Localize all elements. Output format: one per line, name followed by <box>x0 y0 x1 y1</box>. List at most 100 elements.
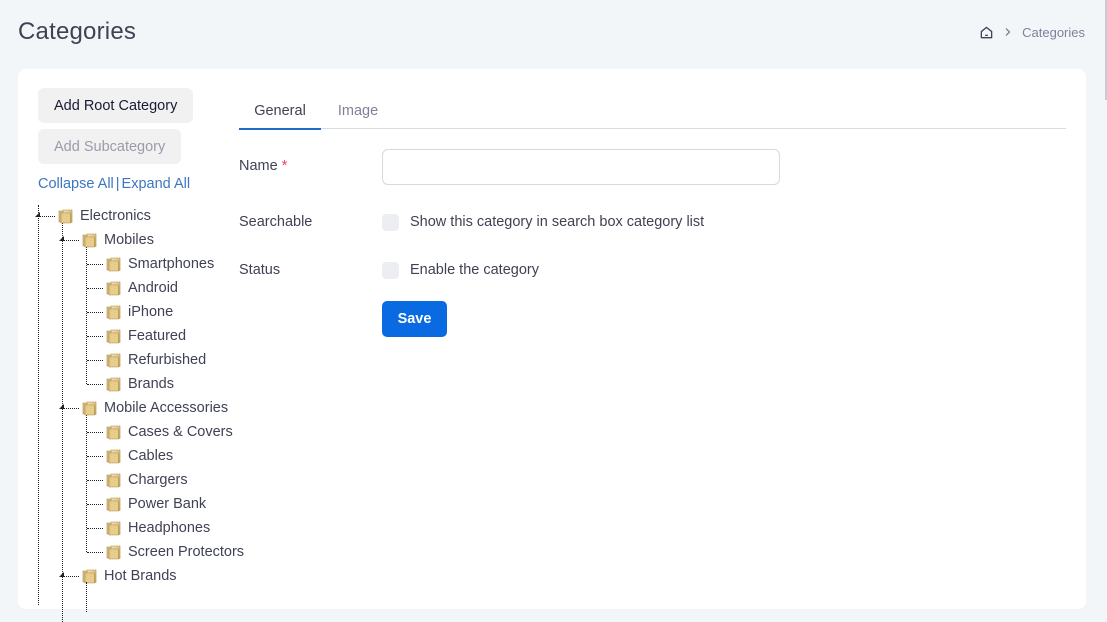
tree-guide-line <box>86 246 87 384</box>
tree-node-label: Smartphones <box>128 256 215 272</box>
folder-icon <box>106 424 122 440</box>
tree-controls: Collapse All | Expand All <box>38 176 190 192</box>
folder-icon <box>106 520 122 536</box>
add-root-category-button[interactable]: Add Root Category <box>38 88 194 123</box>
tree-connector <box>87 384 103 385</box>
folder-icon <box>106 544 122 560</box>
tree-node[interactable]: Android <box>106 277 178 299</box>
name-label: Name * <box>239 158 287 174</box>
tree-guide-line <box>86 414 87 552</box>
status-checkbox-label[interactable]: Enable the category <box>410 262 539 278</box>
tree-connector <box>63 576 79 577</box>
required-mark: * <box>281 158 288 174</box>
tree-node-label: Chargers <box>128 472 188 488</box>
page-header: Categories Categories <box>18 14 1085 50</box>
tree-node[interactable]: Power Bank <box>106 493 206 515</box>
tree-node[interactable]: iPhone <box>106 301 173 323</box>
folder-icon <box>106 280 122 296</box>
tree-node[interactable]: Featured <box>106 325 186 347</box>
tree-guide-line <box>62 222 63 622</box>
tree-node[interactable]: Smartphones <box>106 253 214 275</box>
folder-icon <box>106 472 122 488</box>
tree-node-label: Electronics <box>80 208 151 224</box>
folder-icon <box>106 304 122 320</box>
tree-node[interactable]: Chargers <box>106 469 188 491</box>
tree-node[interactable]: Headphones <box>106 517 210 539</box>
tree-connector <box>87 480 103 481</box>
breadcrumb-current: Categories <box>1022 24 1085 40</box>
collapse-all-link[interactable]: Collapse All <box>38 176 114 192</box>
expand-all-link[interactable]: Expand All <box>122 176 191 192</box>
collapse-arrow-icon[interactable] <box>59 236 64 241</box>
tree-connector <box>87 264 103 265</box>
tree-node-label: Android <box>128 280 178 296</box>
tree-guide-line <box>86 582 87 612</box>
tree-connector <box>63 240 79 241</box>
tree-node[interactable]: Cases & Covers <box>106 421 233 443</box>
tree-connector <box>63 408 79 409</box>
category-tree: Electronics Mobiles Smartphones Android iPho… <box>18 205 248 622</box>
tree-guide-line <box>38 205 39 605</box>
collapse-arrow-icon[interactable] <box>59 572 64 577</box>
searchable-label: Searchable <box>239 214 313 230</box>
folder-icon <box>106 448 122 464</box>
tab-image[interactable]: Image <box>327 93 389 129</box>
tree-node[interactable]: Screen Protectors <box>106 541 244 563</box>
save-button[interactable]: Save <box>382 301 447 337</box>
tree-node[interactable]: Mobiles <box>82 229 154 251</box>
folder-icon <box>106 496 122 512</box>
name-label-text: Name <box>239 158 278 174</box>
tree-connector <box>87 432 103 433</box>
folder-icon <box>58 208 74 224</box>
collapse-arrow-icon[interactable] <box>35 212 40 217</box>
tree-node-label: Power Bank <box>128 496 207 512</box>
searchable-checkbox[interactable] <box>382 214 399 231</box>
tree-node-label: iPhone <box>128 304 174 320</box>
categories-card: Add Root Category Add Subcategory Collap… <box>18 69 1086 622</box>
tree-node-label: Hot Brands <box>104 568 177 584</box>
folder-icon <box>106 376 122 392</box>
tree-node[interactable]: Cables <box>106 445 173 467</box>
folder-icon <box>106 256 122 272</box>
tree-node-label: Refurbished <box>128 352 207 368</box>
folder-icon <box>106 328 122 344</box>
tree-node-label: Featured <box>128 328 187 344</box>
tree-connector <box>87 552 103 553</box>
tree-connector <box>87 504 103 505</box>
add-subcategory-button[interactable]: Add Subcategory <box>38 129 182 164</box>
tree-node[interactable]: Brands <box>106 373 174 395</box>
tree-connector <box>87 360 103 361</box>
tree-connector <box>87 336 103 337</box>
page-title: Categories <box>18 18 137 45</box>
tree-connector <box>87 528 103 529</box>
tree-connector <box>87 456 103 457</box>
folder-icon <box>82 232 98 248</box>
name-input[interactable] <box>382 149 780 185</box>
tree-connector <box>39 216 55 217</box>
status-label: Status <box>239 262 281 278</box>
tree-node-label: Screen Protectors <box>128 544 245 560</box>
folder-icon <box>106 352 122 368</box>
chevron-right-icon <box>1004 27 1012 37</box>
tree-node[interactable]: Electronics <box>58 205 151 227</box>
status-checkbox[interactable] <box>382 262 399 279</box>
folder-icon <box>82 400 98 416</box>
tree-node-label: Headphones <box>128 520 211 536</box>
tree-node[interactable]: Mobile Accessories <box>82 397 228 419</box>
form-tabs: General Image <box>239 93 1066 130</box>
tree-node-label: Brands <box>128 376 174 392</box>
home-icon[interactable] <box>979 25 994 40</box>
tree-node[interactable]: Refurbished <box>106 349 206 371</box>
link-separator: | <box>115 176 120 192</box>
tree-node[interactable]: Hot Brands <box>82 565 177 587</box>
collapse-arrow-icon[interactable] <box>59 404 64 409</box>
tree-connector <box>87 288 103 289</box>
tree-node-label: Mobiles <box>104 232 154 248</box>
tree-connector <box>87 312 103 313</box>
tree-node-label: Cables <box>128 448 174 464</box>
searchable-checkbox-label[interactable]: Show this category in search box categor… <box>410 214 704 230</box>
tree-node-label: Mobile Accessories <box>104 400 229 416</box>
tab-general[interactable]: General <box>239 93 321 130</box>
breadcrumb: Categories <box>979 25 1085 40</box>
folder-icon <box>82 568 98 584</box>
